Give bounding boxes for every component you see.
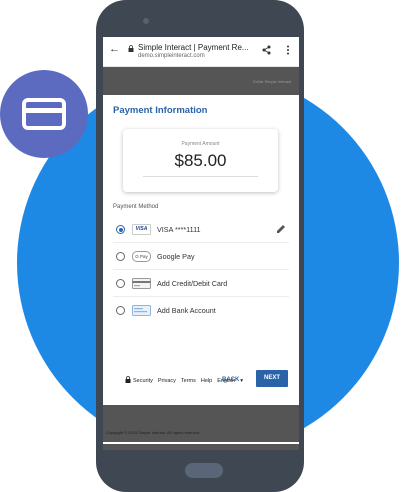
visa-card-icon: VISA [132, 224, 151, 235]
more-options-icon[interactable] [286, 45, 290, 55]
share-icon[interactable] [262, 45, 271, 55]
chevron-down-icon: ▾ [240, 378, 244, 384]
payment-option-label: Google Pay [157, 252, 195, 261]
bank-account-icon [132, 305, 151, 316]
radio-button[interactable] [116, 279, 125, 288]
radio-button-selected[interactable] [116, 225, 125, 234]
lock-icon [125, 376, 131, 383]
payment-option-visa[interactable]: VISA VISA ****1111 [113, 216, 289, 243]
dialog-title: Payment Information [113, 105, 208, 116]
payment-method-list: VISA VISA ****1111 G Pay Google Pay Add … [113, 216, 289, 324]
phone-camera [143, 18, 149, 24]
amount-value: $85.00 [174, 151, 227, 170]
payment-card-badge [0, 70, 88, 158]
payment-option-google-pay[interactable]: G Pay Google Pay [113, 243, 289, 270]
payment-option-add-bank[interactable]: Add Bank Account [113, 297, 289, 324]
payment-option-label: VISA ****1111 [157, 225, 201, 234]
radio-button[interactable] [116, 252, 125, 261]
payment-option-add-card[interactable]: Add Credit/Debit Card [113, 270, 289, 297]
background-header-text: Dollar Simple Interact [253, 79, 292, 84]
edit-pencil-icon[interactable] [276, 224, 286, 234]
credit-card-icon [132, 278, 151, 289]
credit-card-icon [22, 98, 66, 130]
back-arrow-icon[interactable]: ← [109, 44, 120, 55]
amount-card: Payment Amount $85.00 [123, 129, 278, 192]
google-pay-icon: G Pay [132, 251, 151, 262]
payment-dialog: Payment Information Payment Amount $85.0… [103, 95, 299, 405]
page-title: Simple Interact | Payment Re... [138, 43, 249, 52]
amount-underline [143, 176, 258, 177]
footer-link-security[interactable]: Security [133, 378, 153, 384]
lock-icon [128, 45, 134, 52]
payment-option-label: Add Credit/Debit Card [157, 279, 228, 288]
footer-link-terms[interactable]: Terms [181, 378, 196, 384]
footer-links: Security Privacy Terms Help English ▾ [125, 376, 295, 384]
radio-button[interactable] [116, 306, 125, 315]
browser-toolbar: ← Simple Interact | Payment Re... demo.s… [103, 37, 299, 67]
footer-link-privacy[interactable]: Privacy [158, 378, 176, 384]
language-select[interactable]: English [217, 378, 235, 384]
payment-option-label: Add Bank Account [157, 306, 216, 315]
page-url[interactable]: demo.simpleinteract.com [138, 53, 205, 60]
payment-method-label: Payment Method [113, 204, 159, 210]
copyright-text: Copyright © 2024 Simple Interact. All ri… [106, 430, 201, 435]
phone-screen: ← Simple Interact | Payment Re... demo.s… [103, 37, 299, 450]
phone-home-button [185, 463, 223, 478]
amount-label: Payment Amount [181, 141, 220, 147]
footer-link-help[interactable]: Help [201, 378, 212, 384]
screen-bottom-edge [103, 442, 299, 444]
illustration-stage: ← Simple Interact | Payment Re... demo.s… [0, 0, 401, 492]
